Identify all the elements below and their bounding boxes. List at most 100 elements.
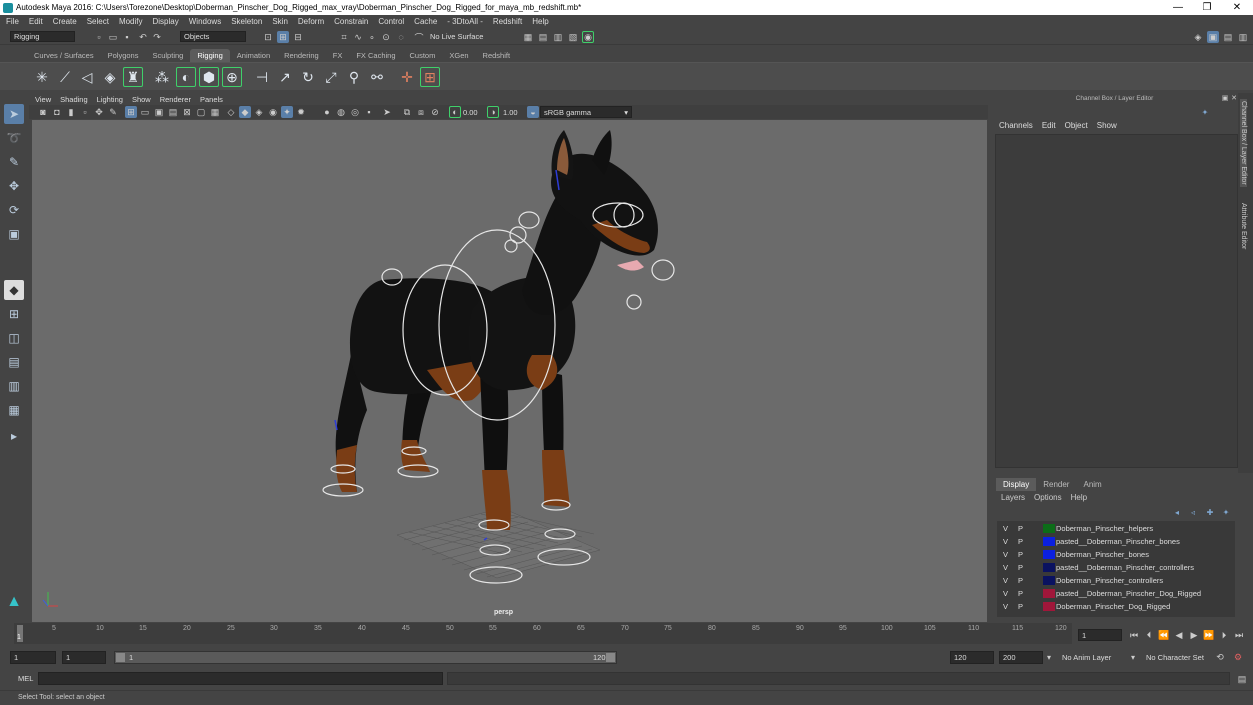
le-tab-anim[interactable]: Anim	[1076, 478, 1108, 491]
orient-constraint-icon[interactable]: ↻	[298, 67, 318, 87]
go-to-start-icon[interactable]: ⏮	[1128, 629, 1140, 641]
layer-playback-toggle[interactable]: P	[1018, 537, 1023, 546]
color-management-icon[interactable]: ◒	[527, 106, 539, 118]
shelf-tab-curves[interactable]: Curves / Surfaces	[27, 49, 101, 62]
color-space-dropdown[interactable]: sRGB gamma ▾	[540, 106, 632, 118]
layer-name[interactable]: Doberman_Pinscher_Dog_Rigged	[1056, 602, 1170, 611]
time-slider[interactable]: 1 5 10 15 20 25 30 35 40 45 50 55 60 65 …	[14, 623, 1072, 644]
camera-select-icon[interactable]: ◙	[37, 106, 49, 118]
menu-create[interactable]: Create	[53, 17, 77, 26]
point-constraint-icon[interactable]: ⊣	[252, 67, 272, 87]
cb-menu-show[interactable]: Show	[1097, 121, 1117, 130]
vp-menu-panels[interactable]: Panels	[200, 95, 223, 104]
layer-row[interactable]: V P Doberman_Pinscher_helpers	[997, 522, 1235, 535]
cb-menu-object[interactable]: Object	[1065, 121, 1088, 130]
layer-color-swatch[interactable]	[1043, 537, 1055, 546]
more-layouts-icon[interactable]: ▸	[4, 426, 24, 446]
layer-row[interactable]: V P Doberman_Pinscher_controllers	[997, 574, 1235, 587]
paint-select-icon[interactable]: ✎	[4, 152, 24, 172]
gate-mask-icon[interactable]: ▤	[167, 106, 179, 118]
side-tab-attribute-editor[interactable]: Attribute Editor	[1240, 203, 1247, 249]
wireframe-icon[interactable]: ◇	[225, 106, 237, 118]
select-tool-icon[interactable]: ➤	[4, 104, 24, 124]
menu-edit[interactable]: Edit	[29, 17, 43, 26]
auto-key-icon[interactable]: ⟲	[1214, 651, 1226, 663]
command-input[interactable]	[38, 672, 443, 685]
vp-menu-show[interactable]: Show	[132, 95, 151, 104]
shadows-icon[interactable]: ✹	[295, 106, 307, 118]
gamma-icon[interactable]: ◑	[487, 106, 499, 118]
interactive-bind-icon[interactable]: ⬢	[199, 67, 219, 87]
layer-playback-toggle[interactable]: P	[1018, 576, 1023, 585]
layer-visibility-toggle[interactable]: V	[1003, 550, 1008, 559]
maximize-button[interactable]: ❐	[1192, 0, 1222, 15]
menu-set-dropdown[interactable]: Rigging	[10, 31, 75, 42]
layer-visibility-toggle[interactable]: V	[1003, 576, 1008, 585]
layer-visibility-toggle[interactable]: V	[1003, 537, 1008, 546]
depth-of-field-icon[interactable]: ▪	[363, 106, 375, 118]
cb-menu-channels[interactable]: Channels	[999, 121, 1033, 130]
ipr-render-icon[interactable]: ▥	[552, 31, 564, 43]
gamma-value[interactable]: 1.00	[503, 108, 518, 117]
render-frame-icon[interactable]: ▤	[537, 31, 549, 43]
render-view-icon[interactable]: ▦	[522, 31, 534, 43]
cb-menu-edit[interactable]: Edit	[1042, 121, 1056, 130]
new-scene-icon[interactable]: ▫	[93, 31, 105, 43]
wireframe-on-shaded-icon[interactable]: ◈	[253, 106, 265, 118]
layer-name[interactable]: pasted__Doberman_Pinscher_bones	[1056, 537, 1180, 546]
new-empty-layer-icon[interactable]: ✚	[1205, 507, 1215, 517]
menu-deform[interactable]: Deform	[298, 17, 324, 26]
layer-color-swatch[interactable]	[1043, 524, 1055, 533]
close-button[interactable]: ✕	[1222, 0, 1252, 15]
character-set-dropdown[interactable]: No Character Set	[1146, 653, 1204, 662]
toggle-channel-box-icon[interactable]: ▣	[1207, 31, 1219, 43]
start-time-field[interactable]: 1	[10, 651, 56, 664]
menu-modify[interactable]: Modify	[119, 17, 143, 26]
3d-viewport[interactable]	[32, 120, 987, 622]
snap-view-icon[interactable]: ⊙	[380, 31, 392, 43]
graph-view-icon[interactable]: ▥	[4, 376, 24, 396]
image-plane-icon[interactable]: ▫	[79, 106, 91, 118]
step-forward-key-icon[interactable]: ⏵	[1218, 629, 1230, 641]
le-menu-help[interactable]: Help	[1071, 493, 1087, 502]
resolution-gate-icon[interactable]: ▣	[153, 106, 165, 118]
toggle-attribute-editor-icon[interactable]: ▤	[1222, 31, 1234, 43]
chevron-down-icon[interactable]: ▾	[1131, 653, 1135, 662]
float-panel-icon[interactable]: ▣	[1221, 94, 1229, 102]
close-panel-icon[interactable]: ✕	[1230, 94, 1238, 102]
layer-playback-toggle[interactable]: P	[1018, 550, 1023, 559]
playback-start-field[interactable]: 1	[62, 651, 106, 664]
layer-name[interactable]: Doberman_Pinscher_helpers	[1056, 524, 1153, 533]
range-end-handle[interactable]	[606, 653, 615, 662]
ik-spline-icon[interactable]: ◁	[77, 67, 97, 87]
xray-icon[interactable]: ⧉	[401, 106, 413, 118]
sign-in-icon[interactable]: ◈	[1192, 31, 1204, 43]
shelf-tab-xgen[interactable]: XGen	[442, 49, 475, 62]
step-back-key-icon[interactable]: ⏴	[1143, 629, 1155, 641]
playback-end-field[interactable]: 120	[950, 651, 994, 664]
move-layer-down-icon[interactable]: ◃	[1188, 507, 1198, 517]
cluster-icon[interactable]: ✛	[397, 67, 417, 87]
rotate-tool-icon[interactable]: ⟳	[4, 200, 24, 220]
layer-visibility-toggle[interactable]: V	[1003, 602, 1008, 611]
select-object-icon[interactable]: ⊞	[277, 31, 289, 43]
animation-preferences-icon[interactable]: ⚙	[1232, 651, 1244, 663]
vp-menu-view[interactable]: View	[35, 95, 51, 104]
single-view-icon[interactable]: ◆	[4, 280, 24, 300]
side-tab-channel-box[interactable]: Channel Box / Layer Editor	[1240, 99, 1247, 187]
menu-help[interactable]: Help	[532, 17, 548, 26]
ambient-occlusion-icon[interactable]: ●	[321, 106, 333, 118]
select-hierarchy-icon[interactable]: ⊡	[262, 31, 274, 43]
layer-row[interactable]: V Ppasted__Doberman_Pinscher_bones	[997, 535, 1235, 548]
menu-select[interactable]: Select	[87, 17, 109, 26]
film-gate-icon[interactable]: ▭	[139, 106, 151, 118]
layer-playback-toggle[interactable]: P	[1018, 602, 1023, 611]
ik-handle-icon[interactable]: ⟋	[55, 67, 75, 87]
bind-skin-icon[interactable]: ⁂	[152, 67, 172, 87]
textured-icon[interactable]: ◉	[267, 106, 279, 118]
le-tab-display[interactable]: Display	[996, 478, 1037, 491]
field-chart-icon[interactable]: ⊠	[181, 106, 193, 118]
smooth-bind-icon[interactable]: ◐	[176, 67, 196, 87]
motion-blur-icon[interactable]: ◍	[335, 106, 347, 118]
new-layer-selected-icon[interactable]: ✦	[1221, 507, 1231, 517]
